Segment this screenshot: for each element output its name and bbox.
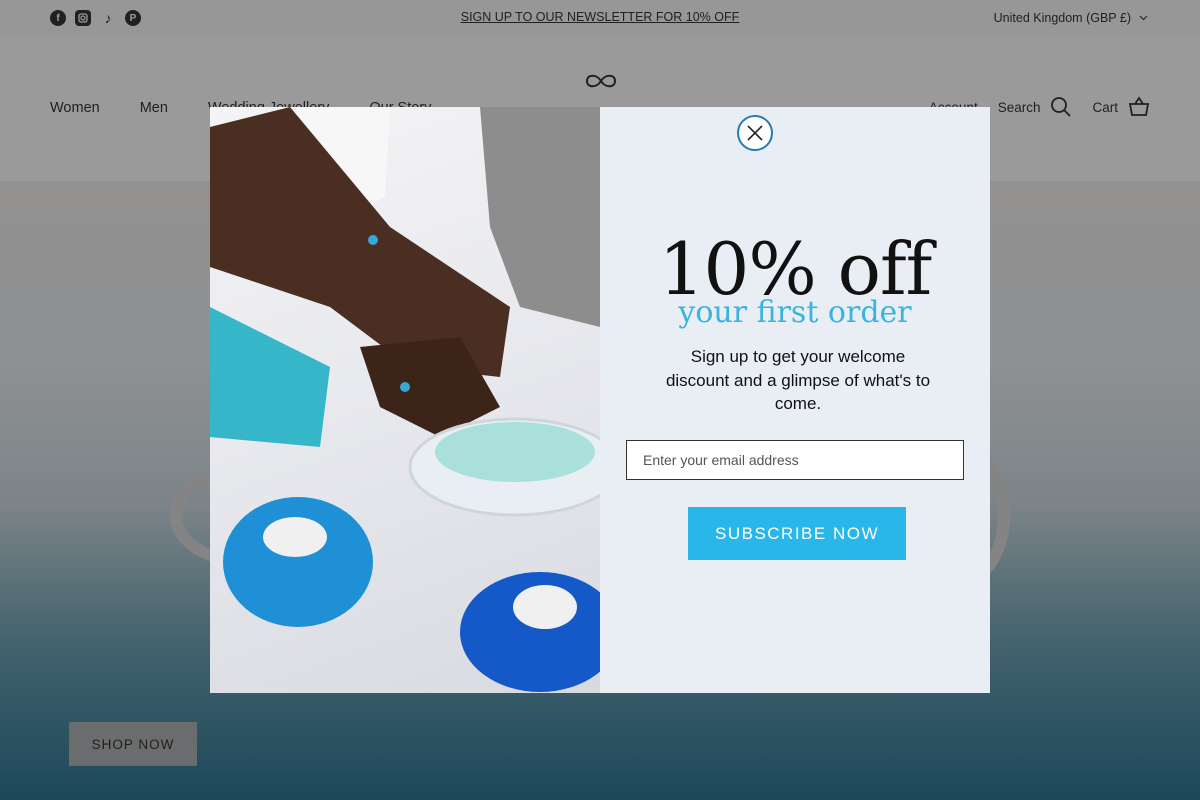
popup-subheadline: your first order <box>678 295 912 330</box>
popup-lifestyle-image <box>210 107 600 693</box>
email-field[interactable] <box>626 440 964 480</box>
popup-content: 10% off your first order Sign up to get … <box>600 107 990 693</box>
popup-description: Sign up to get your welcome discount and… <box>665 347 931 413</box>
newsletter-popup: 10% off your first order Sign up to get … <box>210 107 990 693</box>
subscribe-button[interactable]: SUBSCRIBE NOW <box>688 507 906 560</box>
close-popup-button[interactable] <box>737 115 773 151</box>
close-icon <box>747 125 763 141</box>
